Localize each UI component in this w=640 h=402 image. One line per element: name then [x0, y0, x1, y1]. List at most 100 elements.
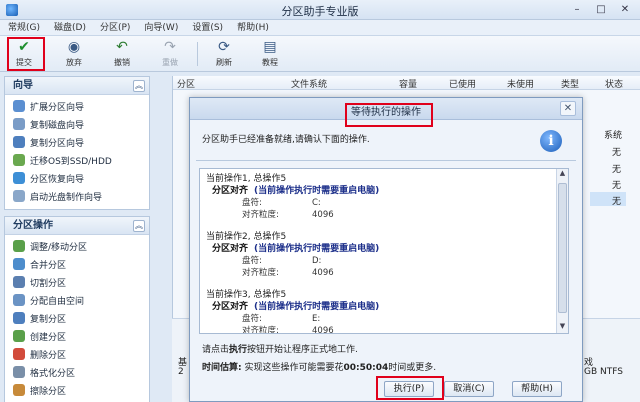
sidebar-item-create[interactable]: 创建分区 [13, 327, 149, 345]
estimate-time: 00:50:04 [343, 363, 389, 373]
sidebar-item-format[interactable]: 格式化分区 [13, 363, 149, 381]
cancel-button[interactable]: 取消(C) [444, 381, 494, 397]
migrate-os-icon [13, 154, 25, 166]
dialog-title-highlight-box [345, 103, 433, 127]
sidebar-item-split[interactable]: 切割分区 [13, 273, 149, 291]
tutorial-button[interactable]: ▤ 教程 [252, 38, 288, 70]
sidebar-item-delete[interactable]: 删除分区 [13, 345, 149, 363]
partition-ops-header[interactable]: 分区操作 ︽ [5, 217, 149, 235]
menu-wizard[interactable]: 向导(W) [144, 20, 178, 35]
format-icon [13, 366, 25, 378]
col-used[interactable]: 已使用 [449, 77, 476, 90]
execute-highlight-box [376, 376, 444, 400]
operation-header: 当前操作1, 总操作5 [206, 174, 287, 184]
sidebar-item-label: 创建分区 [30, 332, 67, 343]
list-scrollbar[interactable]: ▲ ▼ [556, 169, 568, 333]
wizard-section-header[interactable]: 向导 ︽ [5, 77, 149, 95]
collapse-icon[interactable]: ︽ [133, 220, 145, 232]
menu-bar: 常规(G) 磁盘(D) 分区(P) 向导(W) 设置(S) 帮助(H) [0, 20, 640, 36]
commit-highlight-box [7, 37, 45, 71]
help-button[interactable]: 帮助(H) [512, 381, 562, 397]
undo-button[interactable]: ↶ 撤销 [104, 38, 140, 70]
dialog-close-button[interactable]: ✕ [560, 101, 576, 116]
status-cell: 无 [612, 197, 622, 207]
close-button[interactable]: ✕ [614, 2, 636, 17]
sidebar-item-migrate-os[interactable]: 迁移OS到SSD/HDD [13, 151, 149, 169]
operation-kind: 分区对齐 (当前操作执行时需要重启电脑) [206, 185, 546, 197]
col-free[interactable]: 未使用 [507, 77, 534, 90]
operation-align-row: 对齐粒度: 4096 [206, 325, 546, 333]
scroll-down-icon[interactable]: ▼ [557, 322, 568, 333]
sidebar-item-label: 调整/移动分区 [30, 242, 88, 253]
operation-note: (当前操作执行时需要重启电脑) [254, 186, 380, 196]
redo-button[interactable]: ↷ 重做 [152, 38, 188, 70]
scroll-up-icon[interactable]: ▲ [557, 169, 568, 180]
sidebar-item-allocate[interactable]: 分配自由空间 [13, 291, 149, 309]
menu-help[interactable]: 帮助(H) [237, 20, 269, 35]
operations-list[interactable]: 当前操作1, 总操作5 分区对齐 (当前操作执行时需要重启电脑) 盘符: C: 对齐… [199, 168, 569, 334]
list-item: 当前操作2, 总操作5 分区对齐 (当前操作执行时需要重启电脑) 盘符: D: 对齐… [206, 231, 546, 279]
scroll-thumb[interactable] [558, 183, 567, 313]
refresh-label: 刷新 [216, 58, 232, 67]
sidebar-item-label: 复制磁盘向导 [30, 120, 85, 131]
split-icon [13, 276, 25, 288]
sidebar-item-label: 复制分区向导 [30, 138, 85, 149]
sidebar-item-recovery-wizard[interactable]: 分区恢复向导 [13, 169, 149, 187]
col-capacity[interactable]: 容量 [399, 77, 417, 90]
sidebar-item-label: 切割分区 [30, 278, 67, 289]
sidebar-item-label: 启动光盘制作向导 [30, 192, 103, 203]
menu-partition[interactable]: 分区(P) [100, 20, 130, 35]
info-icon: i [540, 130, 562, 152]
copy-icon [13, 312, 25, 324]
sidebar-item-bootable-media[interactable]: 启动光盘制作向导 [13, 187, 149, 205]
copy-disk-icon [13, 118, 25, 130]
operation-note: (当前操作执行时需要重启电脑) [254, 302, 380, 312]
execute-hint: 请点击执行按钮开始让程序正式地工作. [202, 342, 358, 355]
list-item: 当前操作3, 总操作5 分区对齐 (当前操作执行时需要重启电脑) 盘符: E: 对齐… [206, 289, 546, 333]
operation-align-row: 对齐粒度: 4096 [206, 267, 546, 279]
drive-value: D: [312, 256, 322, 266]
refresh-button[interactable]: ⟳ 刷新 [206, 38, 242, 70]
drive-label: 盘符: [242, 256, 262, 266]
sidebar-item-copy-disk-wizard[interactable]: 复制磁盘向导 [13, 115, 149, 133]
pending-operations-dialog: 等待执行的操作 ✕ 分区助手已经准备就绪,请确认下面的操作. i 当前操作1, … [189, 97, 583, 402]
col-partition[interactable]: 分区 [177, 77, 195, 90]
sidebar-item-label: 合并分区 [30, 260, 67, 271]
dialog-intro-text: 分区助手已经准备就绪,请确认下面的操作. [202, 135, 370, 145]
tutorial-label: 教程 [262, 58, 278, 67]
sidebar-item-merge[interactable]: 合并分区 [13, 255, 149, 273]
refresh-icon: ⟳ [218, 39, 230, 55]
operation-drive-row: 盘符: E: [206, 313, 546, 325]
sidebar-item-extend-wizard[interactable]: 扩展分区向导 [13, 97, 149, 115]
sidebar-item-copy-partition-wizard[interactable]: 复制分区向导 [13, 133, 149, 151]
toolbar-separator [197, 42, 198, 66]
sidebar-item-wipe[interactable]: 擦除分区 [13, 381, 149, 399]
estimate-pre: 实现这些操作可能需要花 [244, 363, 344, 373]
menu-disk[interactable]: 磁盘(D) [54, 20, 86, 35]
col-filesystem[interactable]: 文件系统 [291, 77, 327, 90]
col-status[interactable]: 状态 [605, 77, 623, 90]
menu-general[interactable]: 常规(G) [8, 20, 40, 35]
discard-label: 放弃 [66, 58, 82, 67]
operation-drive-row: 盘符: D: [206, 255, 546, 267]
minimize-button[interactable]: – [566, 2, 588, 17]
hint-post: 按钮开始让程序正式地工作. [247, 345, 358, 355]
col-type[interactable]: 类型 [561, 77, 579, 90]
discard-button[interactable]: ◉ 放弃 [56, 38, 92, 70]
sidebar-item-copy[interactable]: 复制分区 [13, 309, 149, 327]
time-estimate: 时间估算: 实现这些操作可能需要花00:50:04时间或更多. [202, 360, 436, 373]
table-header: 分区 文件系统 容量 已使用 未使用 类型 状态 [173, 76, 640, 90]
delete-icon [13, 348, 25, 360]
collapse-icon[interactable]: ︽ [133, 80, 145, 92]
align-label: 对齐粒度: [242, 210, 279, 220]
align-value: 4096 [312, 210, 334, 220]
sidebar-item-resize[interactable]: 调整/移动分区 [13, 237, 149, 255]
drive-value: C: [312, 198, 321, 208]
sidebar-item-label: 迁移OS到SSD/HDD [30, 156, 112, 167]
status-cell: 无 [612, 181, 622, 191]
title-bar: 分区助手专业版 – □ ✕ [0, 0, 640, 20]
undo-label: 撤销 [114, 58, 130, 67]
operation-kind-name: 分区对齐 [212, 186, 249, 196]
maximize-button[interactable]: □ [590, 2, 612, 17]
menu-settings[interactable]: 设置(S) [192, 20, 223, 35]
